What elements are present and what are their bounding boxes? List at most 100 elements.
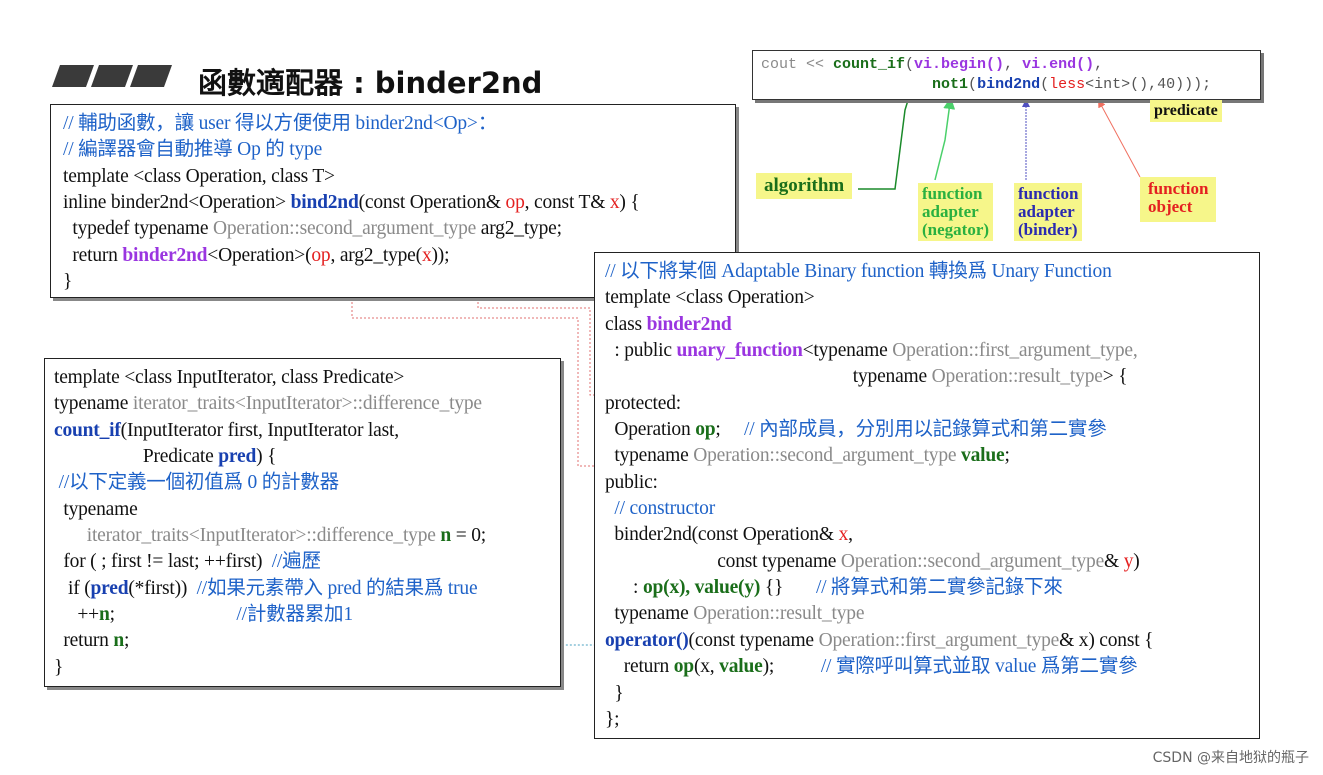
code-token: vi.begin() — [914, 56, 1005, 73]
code-token: bind2nd — [290, 192, 359, 214]
usage-code-box: cout << count_if(vi.begin(), vi.end(), n… — [752, 50, 1261, 100]
code-token: n — [440, 525, 452, 547]
code-line: : public unary_function<typename Operati… — [605, 338, 1259, 364]
code-token: //計數器累加1 — [236, 604, 353, 626]
code-token: op — [505, 192, 525, 214]
code-token: protected: — [605, 392, 681, 414]
code-token: ; — [109, 604, 237, 626]
code-token: // 實際呼叫算式並取 value 爲第二實參 — [820, 656, 1138, 678]
code-token: )); — [431, 244, 450, 266]
code-token: cout << — [761, 56, 834, 73]
code-token: (const typename — [688, 629, 819, 651]
code-token: class — [605, 313, 647, 335]
label-line: function — [1148, 179, 1209, 198]
code-line: typename iterator_traits<InputIterator>:… — [54, 391, 560, 417]
footer-credit: CSDN @来自地狱的瓶子 — [1152, 750, 1309, 766]
code-token: }; — [605, 708, 620, 730]
code-line: // 編譯器會自動推導 Op 的 type — [63, 137, 735, 163]
code-token: const typename — [605, 550, 841, 572]
code-token: for ( ; first != last; ++first) — [54, 551, 272, 573]
code-token: count_if — [54, 419, 121, 441]
code-token: // constructor — [605, 498, 715, 520]
code-token: } — [605, 682, 624, 704]
code-token: <int>(),40))); — [1085, 76, 1212, 93]
label-predicate: predicate — [1150, 100, 1222, 122]
code-token: return — [605, 656, 674, 678]
code-token: (const Operation& — [358, 192, 506, 214]
code-token: ) — [1133, 550, 1140, 572]
code-token: Operation::second_argument_type — [840, 550, 1105, 572]
code-line: ++n; //計數器累加1 — [54, 602, 560, 628]
code-line: Operation op; // 內部成員，分別用以記錄算式和第二實參 — [605, 417, 1259, 443]
code-token: x — [838, 524, 849, 546]
code-token: Operation::first_argument_type, — [892, 340, 1138, 362]
code-token: Operation — [605, 419, 696, 441]
usage-code: cout << count_if(vi.begin(), vi.end(), n… — [753, 51, 1260, 95]
code-line: typename Operation::result_type> { — [605, 364, 1259, 390]
code-token: } — [63, 271, 73, 293]
code-block: // 以下將某個 Adaptable Binary function 轉換爲 U… — [595, 253, 1259, 733]
code-line: // 輔助函數，讓 user 得以方便使用 binder2nd<Op>： — [63, 111, 735, 137]
code-token: binder2nd(const Operation& — [605, 524, 839, 546]
code-token: //如果元素帶入 pred 的結果爲 true — [196, 577, 478, 599]
code-token: ( — [1040, 76, 1050, 93]
code-line: for ( ; first != last; ++first) //遍歷 — [54, 549, 560, 575]
code-token: Operation::result_type — [693, 603, 865, 625]
code-token: typename — [54, 393, 133, 415]
label-line: object — [1148, 197, 1193, 216]
code-line: iterator_traits<InputIterator>::differen… — [54, 523, 560, 549]
code-token: unary_function — [676, 340, 803, 362]
code-token: & x) const { — [1059, 629, 1154, 651]
label-line: function — [922, 184, 983, 203]
code-line: : op(x), value(y) {} // 將算式和第二實參記錄下來 — [605, 575, 1259, 601]
code-token: op — [695, 419, 716, 441]
code-token: return — [63, 244, 123, 266]
code-line: inline binder2nd<Operation> bind2nd(cons… — [63, 190, 735, 216]
label-line: adapter — [922, 202, 979, 221]
code-token: , const T& — [524, 192, 610, 214]
code-token: typename — [605, 366, 932, 388]
code-token: count_if — [833, 56, 906, 73]
code-token: return — [54, 630, 114, 652]
code-token: not1 — [932, 76, 969, 93]
code-token: template <class Operation> — [605, 287, 815, 309]
code-token: (x, — [693, 656, 720, 678]
arrow-function-object — [1098, 99, 1141, 178]
code-token: op — [311, 244, 331, 266]
code-token: Operation::second_argument_type — [693, 445, 962, 467]
code-token: Operation::first_argument_type — [818, 629, 1060, 651]
code-token: = 0; — [451, 525, 486, 547]
code-token: , — [848, 524, 853, 546]
code-token: <Operation>( — [207, 244, 312, 266]
code-token: bind2nd — [977, 76, 1041, 93]
code-token: n — [113, 630, 125, 652]
code-token: ( — [968, 76, 978, 93]
code-token: if ( — [54, 577, 91, 599]
code-line: cout << count_if(vi.begin(), vi.end(), — [761, 55, 1260, 75]
code-token: } — [54, 656, 64, 678]
code-line: template <class Operation, class T> — [63, 164, 735, 190]
binder2nd-class-code-box: // 以下將某個 Adaptable Binary function 轉換爲 U… — [594, 252, 1260, 739]
code-line: not1(bind2nd(less<int>(),40))); — [761, 75, 1260, 95]
code-line: //以下定義一個初值爲 0 的計數器 — [54, 470, 560, 496]
label-line: (negator) — [922, 220, 990, 239]
code-token: typename — [605, 445, 694, 467]
code-line: binder2nd(const Operation& x, — [605, 522, 1259, 548]
label-line: (binder) — [1018, 220, 1078, 239]
code-token: ) { — [619, 192, 640, 214]
code-line: return n; — [54, 628, 560, 654]
code-line: if (pred(*first)) //如果元素帶入 pred 的結果爲 tru… — [54, 576, 560, 602]
code-line: template <class Operation> — [605, 285, 1259, 311]
code-token: y — [1123, 550, 1134, 572]
code-token: // 將算式和第二實參記錄下來 — [815, 577, 1063, 599]
code-token: > { — [1102, 366, 1128, 388]
code-token: Predicate — [54, 446, 219, 468]
code-token: Operation::second_argument_type — [212, 218, 477, 240]
code-token: ; — [124, 630, 130, 652]
code-token: template <class Operation, class T> — [63, 165, 335, 187]
code-token: op(x), value(y) — [642, 577, 761, 599]
code-token: // 內部成員，分別用以記錄算式和第二實參 — [744, 419, 1107, 441]
code-token: (InputIterator first, InputIterator last… — [120, 419, 399, 441]
code-token: inline binder2nd<Operation> — [63, 192, 291, 214]
